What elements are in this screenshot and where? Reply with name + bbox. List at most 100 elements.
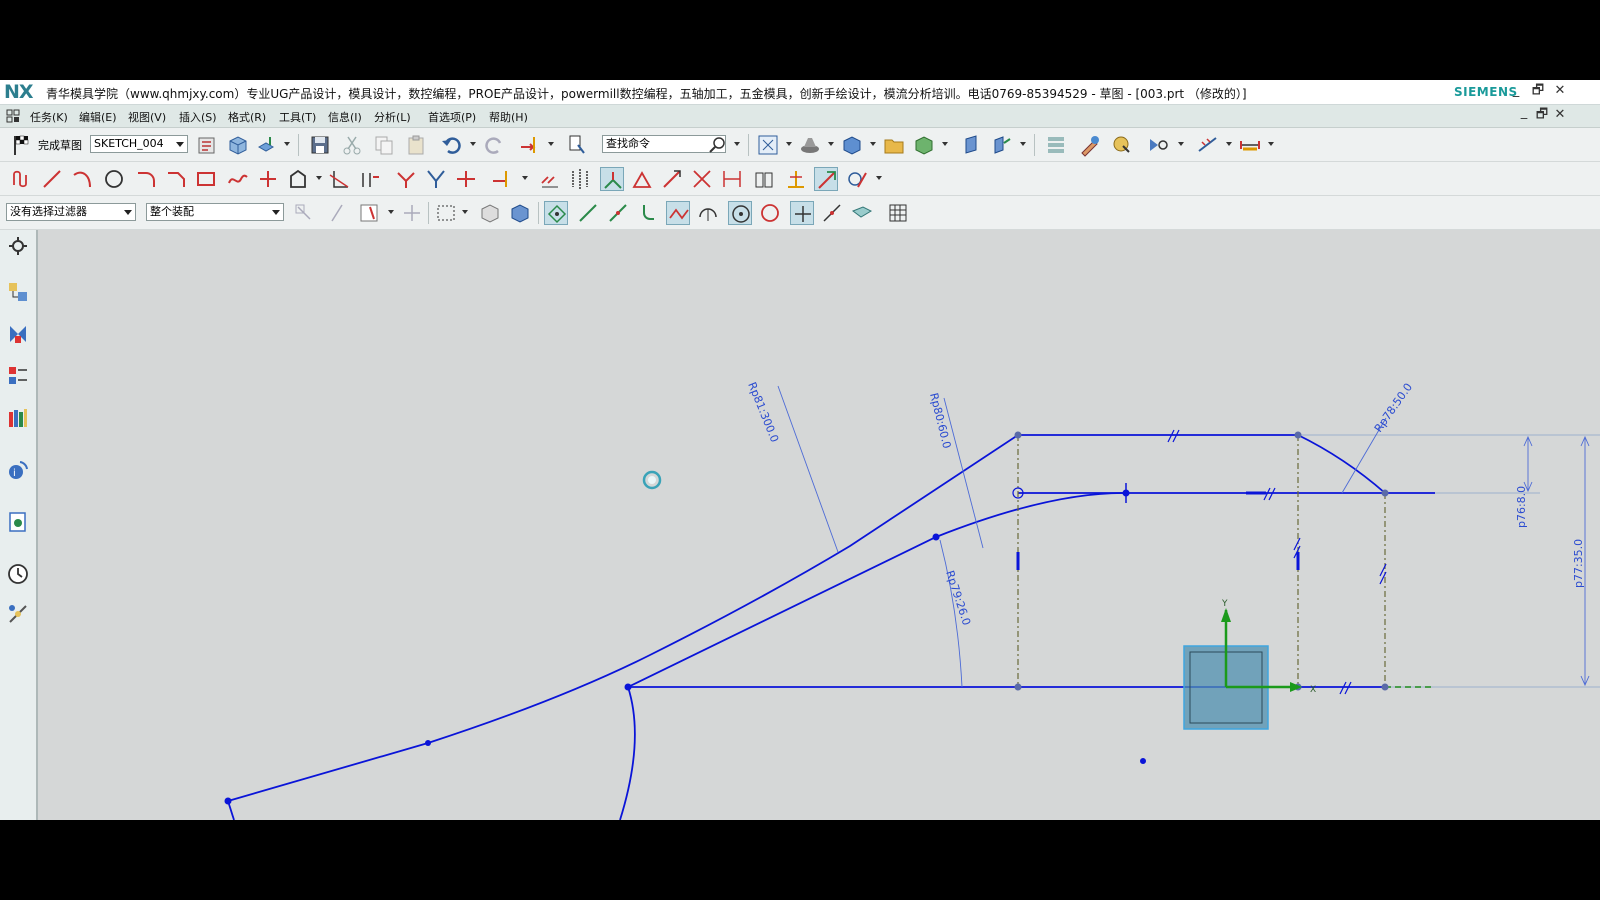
menu-grid-icon[interactable] (6, 109, 20, 123)
menu-format[interactable]: 格式(R) (228, 109, 266, 125)
dropdown-arrow-icon[interactable] (828, 142, 834, 146)
dropdown-arrow-icon[interactable] (548, 142, 554, 146)
work-layer-icon[interactable] (912, 133, 936, 157)
dropdown-arrow-icon[interactable] (316, 176, 322, 180)
snap-existing-point-icon[interactable] (790, 201, 814, 225)
dimension-rp79[interactable]: Rp79:26.0 (943, 569, 973, 627)
dimension-p77[interactable]: p77:35.0 (1572, 539, 1585, 588)
menu-insert[interactable]: 插入(S) (179, 109, 217, 125)
dropdown-arrow-icon[interactable] (786, 142, 792, 146)
sketch-point[interactable] (624, 683, 632, 691)
sketch-point[interactable] (1381, 683, 1389, 691)
point-icon[interactable] (256, 167, 280, 191)
make-symmetric-icon[interactable] (568, 167, 592, 191)
menu-help[interactable]: 帮助(H) (489, 109, 528, 125)
geometric-constraints-icon[interactable] (538, 167, 562, 191)
dropdown-arrow-icon[interactable] (1268, 142, 1274, 146)
reuse-library-icon[interactable] (6, 406, 30, 430)
snap-tangent-icon[interactable] (636, 201, 660, 225)
quick-extend-icon[interactable] (424, 167, 448, 191)
sketch-point[interactable] (932, 533, 940, 541)
snap-circle-center-icon[interactable] (728, 201, 752, 225)
dropdown-arrow-icon[interactable] (522, 176, 528, 180)
sketch-point[interactable] (1014, 431, 1022, 439)
web-browser-icon[interactable] (6, 510, 30, 534)
select-body-icon[interactable] (508, 201, 532, 225)
arc-icon[interactable] (70, 167, 94, 191)
grid-icon[interactable] (886, 201, 910, 225)
dimension-leader[interactable] (943, 397, 984, 549)
dropdown-arrow-icon[interactable] (870, 142, 876, 146)
polygon-icon[interactable] (286, 167, 310, 191)
rectangle-icon[interactable] (194, 167, 218, 191)
snap-point-on-surface-icon[interactable] (850, 201, 874, 225)
reattach-icon[interactable] (256, 133, 280, 157)
snap-intersection-icon[interactable] (666, 201, 690, 225)
general-selection-filter-icon[interactable] (292, 201, 316, 225)
show-no-constraints-icon[interactable] (630, 167, 654, 191)
sketch-point[interactable] (425, 740, 431, 746)
dropdown-arrow-icon[interactable] (1226, 142, 1232, 146)
menu-preferences[interactable]: 首选项(P) (428, 109, 476, 125)
orient-to-model-icon[interactable] (226, 133, 250, 157)
snap-midpoint-icon[interactable] (576, 201, 600, 225)
line-icon[interactable] (40, 167, 64, 191)
menu-edit[interactable]: 编辑(E) (79, 109, 117, 125)
animate-dimension-icon[interactable] (752, 167, 776, 191)
menu-view[interactable]: 视图(V) (128, 109, 166, 125)
close-button[interactable]: ✕ (1552, 83, 1568, 99)
assembly-navigator-icon[interactable] (6, 280, 30, 304)
select-features-icon[interactable] (328, 201, 352, 225)
chamfer-icon[interactable] (164, 167, 188, 191)
snap-quadrant-icon[interactable] (758, 201, 782, 225)
redo-icon[interactable] (482, 133, 506, 157)
dropdown-arrow-icon[interactable] (876, 176, 882, 180)
corner-arc[interactable] (1297, 434, 1386, 494)
restore-button[interactable]: 🗗 (1530, 83, 1546, 99)
pattern-curve-icon[interactable] (358, 167, 382, 191)
fit-view-icon[interactable] (756, 133, 780, 157)
make-corner-icon[interactable] (454, 167, 478, 191)
auto-dimension-icon[interactable] (720, 167, 744, 191)
view-orientation-icon[interactable] (840, 133, 864, 157)
minimize-button[interactable]: _ (1508, 83, 1524, 99)
show-removed-constraints-icon[interactable] (660, 167, 684, 191)
continuous-auto-dimension-icon[interactable] (814, 167, 838, 191)
dropdown-arrow-icon[interactable] (1020, 142, 1026, 146)
snap-arc-center-icon[interactable] (696, 201, 720, 225)
fillet-icon[interactable] (134, 167, 158, 191)
measure-distance-icon[interactable] (1196, 133, 1220, 157)
dimension-rp78[interactable]: Rp78:50.0 (1372, 381, 1415, 435)
hd3d-tools-icon[interactable]: i (6, 458, 30, 482)
select-solid-icon[interactable] (478, 201, 502, 225)
constraint-navigator-icon[interactable] (6, 322, 30, 346)
constraint-icon[interactable] (490, 167, 514, 191)
auto-constrain-icon[interactable] (690, 167, 714, 191)
offset-curve-icon[interactable] (328, 167, 352, 191)
system-materials-icon[interactable] (6, 602, 30, 626)
inner-curve[interactable] (627, 492, 1127, 688)
repeat-command-icon[interactable] (518, 133, 542, 157)
sketch-point[interactable] (1014, 683, 1022, 691)
search-icon[interactable] (706, 133, 730, 157)
dropdown-arrow-icon[interactable] (388, 210, 394, 214)
dropdown-arrow-icon[interactable] (1178, 142, 1184, 146)
finish-sketch-button[interactable]: 完成草图 (38, 137, 82, 153)
measure-length-icon[interactable] (1238, 133, 1262, 157)
lower-arc[interactable] (619, 686, 636, 820)
snap-control-point-icon[interactable] (606, 201, 630, 225)
copy-icon[interactable] (372, 133, 396, 157)
history-clock-icon[interactable] (6, 562, 30, 586)
save-icon[interactable] (308, 133, 332, 157)
dropdown-arrow-icon[interactable] (734, 142, 740, 146)
menu-analysis[interactable]: 分析(L) (374, 109, 411, 125)
cut-icon[interactable] (340, 133, 364, 157)
doc-restore-button[interactable]: 🗗 (1534, 107, 1550, 123)
dimension-leader[interactable] (777, 385, 839, 553)
outer-spline-curve[interactable] (227, 434, 1019, 802)
dropdown-arrow-icon[interactable] (284, 142, 290, 146)
snap-endpoint-icon[interactable] (544, 201, 568, 225)
layer-folder-icon[interactable] (882, 133, 906, 157)
snap-point-icon[interactable] (400, 201, 424, 225)
alternate-solution-icon[interactable] (846, 167, 870, 191)
